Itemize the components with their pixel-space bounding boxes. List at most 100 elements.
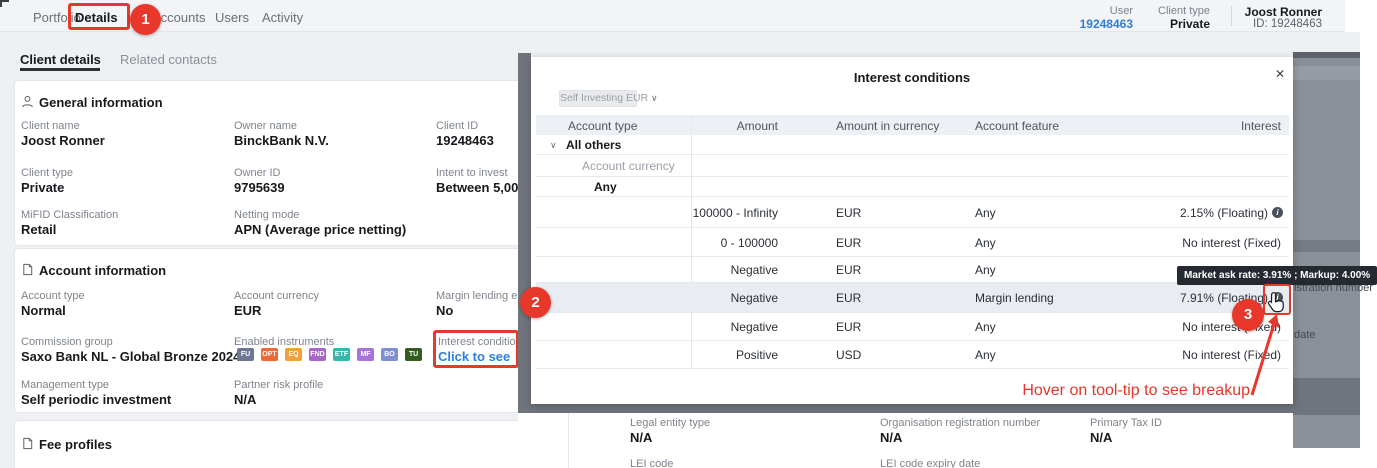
sub-row-any: Any (594, 180, 617, 194)
field-label: Client name (21, 120, 80, 132)
fee-profiles-title: Fee profiles (39, 437, 112, 452)
tab-underline (20, 68, 100, 71)
filter-label: Self Investing EUR (560, 92, 649, 104)
badge-eq: EQ (285, 348, 302, 361)
nav-activity[interactable]: Activity (262, 10, 303, 25)
cell-currency: EUR (836, 263, 862, 277)
account-information-title: Account information (39, 263, 167, 278)
badge-mf: MF (357, 348, 374, 361)
bg-field-value: N/A (1090, 430, 1113, 445)
cell-amount: Negative (730, 320, 778, 334)
field-label: Account currency (234, 290, 319, 302)
field-label: Client ID (436, 120, 479, 132)
background-page-fragment: Legal entity type N/A Organisation regis… (518, 413, 1360, 468)
cell-feature: Any (975, 206, 996, 220)
instrument-badges: FU OPT EQ FND ETF MF BO TU (237, 348, 437, 361)
sub-row-currency: Account currency (582, 159, 675, 173)
table-row-group[interactable]: ∨ All others (536, 135, 1289, 155)
table-row-highlighted: Negative EUR Margin lending 7.91% (Float… (536, 283, 1289, 313)
cell-amount: 100000 - Infinity (692, 206, 778, 220)
field-label: Netting mode (234, 209, 300, 221)
close-icon[interactable]: ✕ (1275, 67, 1285, 81)
field-label: Owner ID (234, 167, 281, 179)
annotation-circle-2: 2 (520, 287, 551, 318)
field-value: Joost Ronner (21, 133, 105, 148)
dim-strip-right: istration number date (1293, 52, 1373, 448)
cell-currency: EUR (836, 206, 862, 220)
person-icon (22, 95, 33, 108)
tab-client-details[interactable]: Client details (20, 52, 101, 67)
field-label: Client type (21, 167, 73, 179)
account-filter-dropdown[interactable]: Self Investing EUR ∨ (559, 90, 658, 107)
col-account-type: Account type (568, 119, 638, 133)
field-value: N/A (234, 392, 257, 407)
dim-strip-bottom (518, 404, 1293, 413)
cell-currency: EUR (836, 236, 862, 250)
enabled-instruments-label: Enabled instruments (234, 336, 335, 348)
cell-interest: No interest (Fixed) (1182, 236, 1281, 250)
fee-profiles-card: Fee profiles (14, 420, 519, 468)
interest-conditions-modal: Interest conditions ✕ Self Investing EUR… (531, 57, 1293, 404)
badge-etf: ETF (333, 348, 350, 361)
back-arrow-icon[interactable] (0, 0, 9, 7)
client-id: ID: 19248463 (1252, 18, 1322, 30)
user-id-link[interactable]: 19248463 (1080, 17, 1133, 31)
client-type-value: Private (1169, 17, 1210, 31)
bg-field-label: Primary Tax ID (1090, 417, 1162, 429)
chevron-down-icon[interactable]: ∨ (550, 140, 557, 151)
table-row: Positive USD Any No interest (Fixed) (536, 341, 1289, 369)
field-label: MiFID Classification (21, 209, 119, 221)
field-value: Saxo Bank NL - Global Bronze 2024 (21, 349, 241, 364)
field-value: 9795639 (234, 180, 285, 195)
field-label: Intent to invest (436, 167, 508, 179)
cell-interest: 2.15% (Floating) (1179, 206, 1268, 220)
field-value: APN (Average price netting) (234, 222, 407, 237)
header-divider (1231, 6, 1232, 26)
group-row-label: All others (566, 138, 622, 152)
chevron-down-icon: ∨ (651, 93, 658, 103)
interest-tooltip: Market ask rate: 3.91% ; Markup: 4.00% (1177, 266, 1377, 285)
cell-currency: EUR (836, 320, 862, 334)
field-value: EUR (234, 303, 262, 318)
annotation-circle-1: 1 (130, 4, 161, 35)
nav-users[interactable]: Users (215, 10, 249, 25)
field-label: Commission group (21, 336, 113, 348)
tab-related-contacts[interactable]: Related contacts (120, 52, 217, 67)
table-row: Negative EUR Any No interest (Fixed) (536, 313, 1289, 341)
dim-text-date: date (1294, 329, 1316, 341)
cell-feature: Any (975, 320, 996, 334)
col-amount-currency: Amount in currency (836, 119, 940, 133)
annotation-box-details (68, 3, 130, 30)
top-header: Portfolio Details Accounts Users Activit… (0, 0, 1345, 32)
bg-field-label: LEI code expiry date (880, 458, 981, 468)
document-icon (23, 263, 33, 276)
field-value: 19248463 (436, 133, 494, 148)
info-icon[interactable]: i (1272, 207, 1283, 218)
bg-field-label: Organisation registration number (880, 417, 1041, 429)
client-name: Joost Ronner (1244, 5, 1322, 19)
table-header-row: Account type Amount Amount in currency A… (536, 115, 1289, 135)
cell-amount: Negative (730, 291, 778, 305)
cell-feature: Any (975, 263, 996, 277)
col-account-feature: Account feature (975, 119, 1060, 133)
bg-field-label: Legal entity type (630, 417, 711, 429)
client-type-label: Client type (1158, 5, 1210, 17)
table-row: 100000 - Infinity EUR Any 2.15% (Floatin… (536, 197, 1289, 228)
cell-amount: 0 - 100000 (720, 236, 778, 250)
field-value: Self periodic investment (21, 392, 172, 407)
cell-feature: Any (975, 348, 996, 362)
table-row-any: Any (536, 177, 1289, 197)
cell-currency: EUR (836, 291, 862, 305)
field-value: Retail (21, 222, 57, 237)
bg-field-value: N/A (880, 430, 903, 445)
bg-field-label: LEI code (630, 458, 674, 468)
cell-amount: Negative (730, 263, 778, 277)
card-edge-line (568, 413, 569, 468)
table-row-subheader: Account currency (536, 155, 1289, 177)
bg-field-value: N/A (630, 430, 653, 445)
field-label: Account type (21, 290, 85, 302)
field-value: No (436, 303, 454, 318)
field-label: Partner risk profile (234, 379, 324, 391)
table-row: 0 - 100000 EUR Any No interest (Fixed) (536, 228, 1289, 257)
col-amount: Amount (736, 119, 778, 133)
